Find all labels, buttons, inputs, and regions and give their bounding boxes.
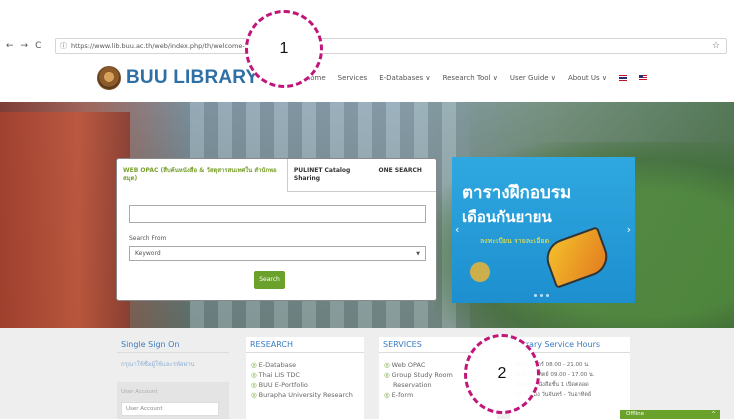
search-panel: WEB OPAC (สืบค้นหนังสือ & วัสดุสารสนเทศใ… (116, 158, 437, 301)
circle-bullet-icon: ◎ (384, 361, 390, 369)
list-item[interactable]: ◎ Thai LIS TDC (251, 370, 359, 380)
site-logo-text[interactable]: BUU LIBRARY (126, 67, 258, 89)
research-title: RESEARCH (246, 337, 364, 353)
annotation-2: 2 (464, 334, 540, 414)
circle-bullet-icon: ◎ (251, 381, 257, 389)
sso-user-label: User Account (121, 389, 158, 395)
circle-bullet-icon: ◎ (251, 371, 257, 379)
carousel-dot[interactable] (546, 294, 549, 297)
menu-research-tool[interactable]: Research Tool ∨ (443, 74, 498, 82)
bottom-section: Single Sign On กรุณาใช้ชื่อผู้ใช้และรหัส… (0, 328, 734, 419)
banner-subtitle: ลงทะเบียน รายละเอียด (480, 237, 550, 245)
chevron-left-icon[interactable]: ‹ (455, 223, 459, 236)
browser-nav: ← → C (6, 40, 41, 52)
forward-icon[interactable]: → (21, 41, 29, 51)
sso-title: Single Sign On (117, 337, 229, 353)
bookmark-star-icon[interactable]: ☆ (712, 41, 720, 51)
list-item[interactable]: ◎ E-Database (251, 360, 359, 370)
banner-title-2: เดือนกันยายน (462, 208, 552, 226)
back-icon[interactable]: ← (6, 41, 14, 51)
url-text[interactable]: https://www.lib.buu.ac.th/web/index.php/… (71, 42, 251, 50)
browser-chrome (0, 0, 734, 36)
reload-icon[interactable]: C (35, 41, 41, 51)
menu-services[interactable]: Services (338, 74, 368, 82)
address-bar[interactable]: ⓘ https://www.lib.buu.ac.th/web/index.ph… (55, 38, 727, 54)
circle-bullet-icon: ◎ (384, 371, 390, 379)
research-card: RESEARCH ◎ E-Database ◎ Thai LIS TDC ◎ BUU … (246, 337, 364, 419)
caret-up-icon: ^ (710, 411, 716, 418)
offline-label: Offline (626, 411, 645, 417)
circle-bullet-icon: ◎ (251, 361, 257, 369)
offline-chat-tab[interactable]: Offline ^ (620, 410, 720, 419)
training-banner[interactable]: ตารางฝึกอบรม เดือนกันยายน ลงทะเบียน รายล… (452, 157, 635, 303)
carousel-dots (534, 294, 549, 297)
annotation-1: 1 (245, 10, 323, 88)
sso-user-input[interactable]: User Account (121, 402, 219, 416)
list-item[interactable]: ◎ Burapha University Research (251, 390, 359, 400)
decor-circle (470, 262, 490, 282)
site-header: BUU LIBRARY Home Services E-Databases ∨ … (0, 56, 734, 102)
uk-flag-icon[interactable] (638, 75, 647, 81)
search-input[interactable] (129, 205, 426, 223)
caret-down-icon: ▼ (416, 251, 420, 257)
menu-user-guide[interactable]: User Guide ∨ (510, 74, 556, 82)
search-from-label: Search From (129, 235, 167, 242)
search-button[interactable]: Search (254, 271, 285, 289)
info-icon[interactable]: ⓘ (60, 41, 67, 51)
buu-seal-icon[interactable] (97, 66, 121, 90)
hero-building-image (0, 112, 130, 328)
tab-one-search[interactable]: ONE SEARCH (364, 159, 436, 192)
tab-web-opac[interactable]: WEB OPAC (สืบค้นหนังสือ & วัสดุสารสนเทศใ… (117, 159, 288, 192)
sso-widget: Single Sign On กรุณาใช้ชื่อผู้ใช้และรหัส… (117, 337, 229, 419)
carousel-dot[interactable] (540, 294, 543, 297)
megaphone-icon (541, 226, 613, 289)
menu-e-databases[interactable]: E-Databases ∨ (379, 74, 430, 82)
chevron-right-icon[interactable]: › (627, 223, 631, 236)
carousel-dot[interactable] (534, 294, 537, 297)
circle-bullet-icon: ◎ (384, 391, 390, 399)
banner-title-1: ตารางฝึกอบรม (462, 183, 572, 203)
search-field-select[interactable]: Keyword ▼ (129, 246, 426, 261)
search-select-value: Keyword (135, 250, 161, 257)
thai-flag-icon[interactable] (618, 75, 627, 81)
list-item[interactable]: ◎ BUU E-Portfolio (251, 380, 359, 390)
sso-note: กรุณาใช้ชื่อผู้ใช้และรหัสผ่าน (121, 361, 195, 368)
search-tabs: WEB OPAC (สืบค้นหนังสือ & วัสดุสารสนเทศใ… (117, 159, 436, 192)
tab-pulinet[interactable]: PULINET Catalog Sharing (287, 159, 365, 192)
circle-bullet-icon: ◎ (251, 391, 257, 399)
main-menu: Home Services E-Databases ∨ Research Too… (305, 74, 647, 82)
menu-about-us[interactable]: About Us ∨ (568, 74, 607, 82)
